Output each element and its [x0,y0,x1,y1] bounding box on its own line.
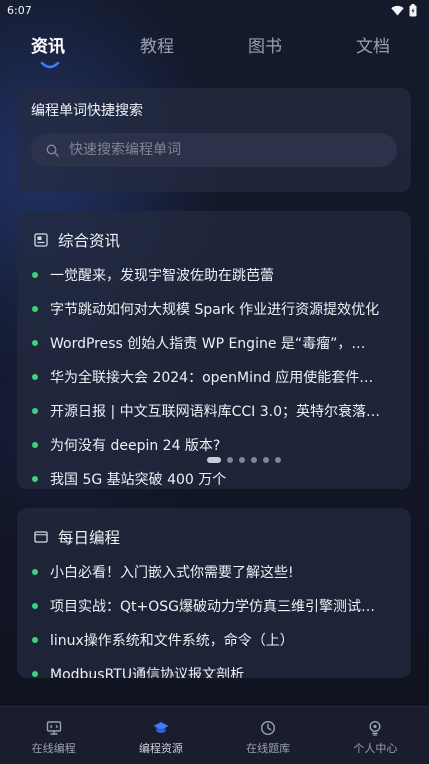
user-bulb-icon [369,720,381,736]
bullet-dot [32,671,38,677]
bullet-dot [32,306,38,312]
search-input[interactable] [67,141,385,159]
nav-label: 个人中心 [353,742,398,755]
list-item[interactable]: 一觉醒来，发现宇智波佐助在跳芭蕾 [17,258,411,292]
daily-card-title: 每日编程 [58,529,121,547]
news-icon [34,233,48,247]
pager-dot[interactable] [263,457,269,463]
bottom-nav-bar: 在线编程 编程资源 在线题库 个人中心 [0,706,429,764]
daily-coding-card: 每日编程 小白必看！入门嵌入式你需要了解这些! 项目实战：Qt+OSG爆破动力学… [17,508,411,678]
bullet-dot [32,637,38,643]
pie-clock-icon [261,720,276,736]
daily-list: 小白必看！入门嵌入式你需要了解这些! 项目实战：Qt+OSG爆破动力学仿真三维引… [17,555,411,678]
daily-card-header: 每日编程 [34,526,120,548]
news-list: 一觉醒来，发现宇智波佐助在跳芭蕾 字节跳动如何对大规模 Spark 作业进行资源… [17,258,411,489]
search-box[interactable] [31,133,397,167]
bullet-dot [32,374,38,380]
carousel-pager [207,457,281,463]
list-item[interactable]: linux操作系统和文件系统，命令（上） [17,623,411,657]
nav-label: 在线题库 [246,742,291,755]
pager-dot[interactable] [227,457,233,463]
pager-dot[interactable] [251,457,257,463]
battery-icon [409,3,417,16]
nav-coding-resources[interactable]: 编程资源 [107,707,214,764]
list-item[interactable]: 我国 5G 基站突破 400 万个 [17,462,411,489]
word-search-title: 编程单词快捷搜索 [31,103,143,119]
tab-news[interactable]: 资讯 [31,32,65,57]
status-time: 6:07 [7,3,32,17]
pager-dot[interactable] [275,457,281,463]
list-item[interactable]: WordPress 创始人指责 WP Engine 是“毒瘤”，… [17,326,411,360]
word-search-card: 编程单词快捷搜索 [17,88,411,192]
bullet-dot [32,476,38,482]
pager-dot[interactable] [207,457,221,463]
nav-online-coding[interactable]: 在线编程 [0,707,107,764]
bullet-dot [32,340,38,346]
list-item[interactable]: ModbusRTU通信协议报文剖析 [17,657,411,678]
active-tab-indicator [40,62,60,69]
tab-docs[interactable]: 文档 [356,32,390,57]
bullet-dot [32,603,38,609]
news-card-title: 综合资讯 [58,232,121,250]
nav-question-bank[interactable]: 在线题库 [215,707,322,764]
list-item[interactable]: 开源日报 | 中文互联网语料库CCI 3.0；英特尔衰落… [17,394,411,428]
monitor-icon [46,721,61,735]
tab-tutorials[interactable]: 教程 [140,32,174,57]
list-item[interactable]: 字节跳动如何对大规模 Spark 作业进行资源提效优化 [17,292,411,326]
nav-profile[interactable]: 个人中心 [322,707,429,764]
list-item[interactable]: 华为全联接大会 2024：openMind 应用使能套件… [17,360,411,394]
nav-label: 在线编程 [31,742,76,755]
window-icon [34,531,48,543]
search-icon [46,143,59,157]
tab-books[interactable]: 图书 [248,32,282,57]
bullet-dot [32,408,38,414]
top-tab-bar: 资讯 教程 图书 文档 [0,30,429,70]
list-item[interactable]: 小白必看！入门嵌入式你需要了解这些! [17,555,411,589]
list-item[interactable]: 项目实战：Qt+OSG爆破动力学仿真三维引擎测试… [17,589,411,623]
status-bar: 6:07 [0,0,429,20]
bullet-dot [32,569,38,575]
news-card-header: 综合资讯 [34,229,120,251]
graduation-cap-icon [153,722,169,733]
nav-label: 编程资源 [138,742,183,755]
bullet-dot [32,272,38,278]
news-card: 综合资讯 一觉醒来，发现宇智波佐助在跳芭蕾 字节跳动如何对大规模 Spark 作… [17,211,411,489]
pager-dot[interactable] [239,457,245,463]
bullet-dot [32,442,38,448]
status-icons [391,3,417,17]
wifi-icon [391,5,404,15]
